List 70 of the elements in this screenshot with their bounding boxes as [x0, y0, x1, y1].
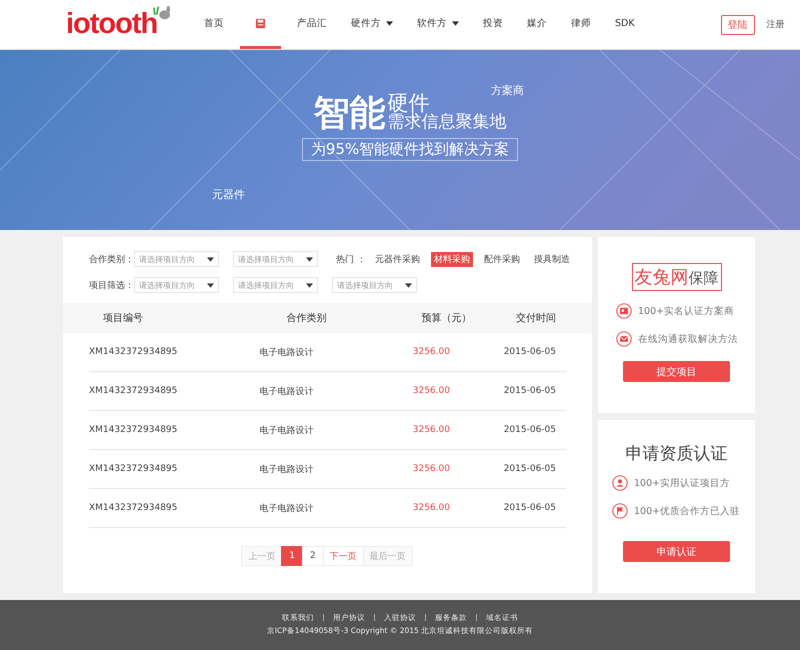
nav-item[interactable]: 硬件方: [343, 0, 401, 49]
feature-text: 在线沟通获取解决方法: [638, 332, 738, 346]
table-cell-text: 3256.00: [412, 503, 451, 513]
document-icon: [255, 18, 266, 28]
submit-project-button[interactable]: 提交项目: [623, 361, 730, 382]
nav-item[interactable]: 首页: [196, 0, 232, 49]
nav-item[interactable]: 投资: [475, 0, 511, 49]
table-cell-text: 电子电路设计: [258, 346, 315, 358]
feature-text: 100+实用认证项目方: [634, 476, 730, 490]
id-card-icon: [616, 303, 632, 319]
hot-label: 热门 ：: [336, 254, 366, 266]
apply-certify-button[interactable]: 申请认证: [623, 541, 730, 562]
nav-item[interactable]: 软件方: [409, 0, 467, 49]
logo[interactable]: iotooth: [66, 10, 158, 39]
filter-label: 项目筛选：: [89, 280, 134, 292]
table-cell-text: XM1432372934895: [89, 347, 178, 357]
flag-icon: [612, 503, 628, 519]
banner-label: 方案商: [491, 83, 524, 98]
table-cell-text: 3256.00: [412, 425, 451, 435]
table-cell-text: XM1432372934895: [89, 425, 178, 435]
column-header: 合作类别: [286, 312, 328, 325]
table-cell-text: 电子电路设计: [258, 424, 315, 436]
caret-icon: [386, 20, 393, 26]
feature-text: 100+实名认证方案商: [638, 304, 734, 318]
banner-tagline: 为95%智能硬件找到解决方案: [302, 138, 518, 161]
caret-icon: [306, 256, 313, 262]
table-cell-text: 2015-06-05: [504, 503, 557, 513]
nav-item[interactable]: SDK: [607, 0, 643, 49]
hot-tag[interactable]: 摸具制造: [530, 252, 573, 266]
table-cell-text: XM1432372934895: [89, 386, 178, 396]
caret-icon: [207, 282, 214, 288]
table-cell-text: 2015-06-05: [504, 386, 557, 396]
page-button[interactable]: 1: [281, 546, 303, 566]
caret-icon: [207, 256, 214, 262]
column-header: 预算（元）: [420, 312, 472, 325]
table-cell-text: 电子电路设计: [258, 464, 315, 476]
login-button[interactable]: 登陆: [720, 14, 755, 34]
column-header: 项目编号: [102, 312, 144, 325]
envelope-icon: [616, 331, 632, 347]
caret-icon: [306, 282, 313, 288]
nav-item[interactable]: 媒介: [519, 0, 555, 49]
table-cell-text: 3256.00: [412, 347, 451, 357]
caret-icon: [405, 282, 412, 288]
page-button[interactable]: 2: [302, 546, 324, 566]
table-cell-text: 2015-06-05: [504, 464, 557, 474]
user-icon: [612, 475, 628, 491]
banner-title: 硬件: [388, 92, 430, 114]
feature-text: 100+优质合作方已入驻: [634, 504, 740, 518]
hot-tag[interactable]: 元器件采购: [372, 252, 423, 266]
table-cell-text: 3256.00: [412, 386, 451, 396]
table-cell-text: 电子电路设计: [258, 386, 315, 398]
banner-label: 元器件: [212, 187, 245, 202]
register-link[interactable]: 注册: [766, 18, 785, 31]
banner-title: 智能: [314, 96, 386, 132]
table-cell-text: 3256.00: [412, 464, 451, 474]
table-cell-text: XM1432372934895: [89, 503, 178, 513]
table-cell-text: 电子电路设计: [258, 502, 315, 514]
nav-item[interactable]: 律师: [563, 0, 599, 49]
banner-subtitle: 需求信息聚集地: [388, 114, 506, 132]
nav-item[interactable]: 产品汇: [289, 0, 335, 49]
certify-title: 申请资质认证: [626, 443, 728, 465]
filter-label: 合作类别：: [89, 254, 134, 266]
hot-tag[interactable]: 配件采购: [480, 252, 523, 266]
table-cell-text: 2015-06-05: [504, 425, 557, 435]
caret-icon: [452, 20, 459, 26]
table-cell-text: 2015-06-05: [504, 347, 557, 357]
hot-tag[interactable]: 材料采购: [430, 252, 473, 266]
guarantee-title: 友兔网保障: [632, 263, 722, 291]
table-cell-text: XM1432372934895: [89, 464, 178, 474]
column-header: 交付时间: [516, 312, 558, 325]
